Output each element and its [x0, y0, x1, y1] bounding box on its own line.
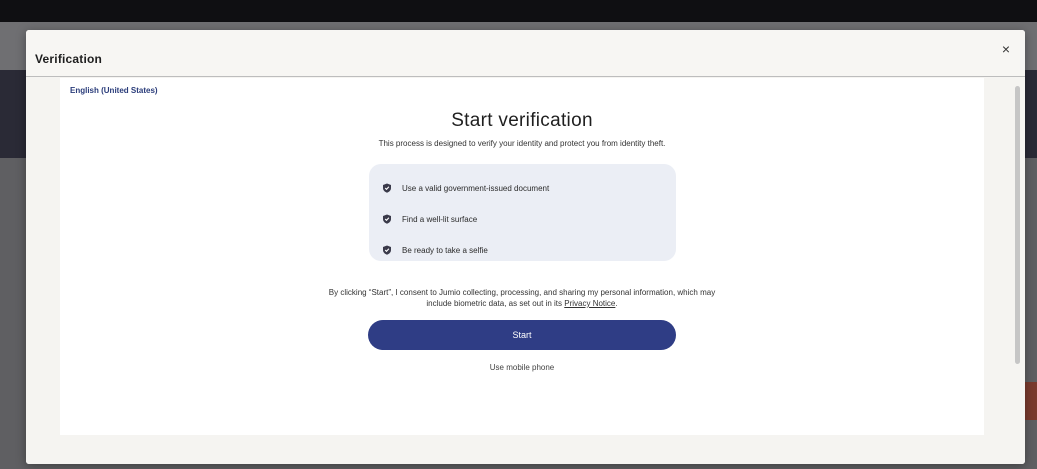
start-button[interactable]: Start — [368, 320, 676, 350]
shield-check-icon — [383, 245, 391, 255]
modal-title: Verification — [35, 52, 103, 66]
consent-line-2-prefix: include biometric data, as set out in it… — [426, 299, 565, 308]
language-selector[interactable]: English (United States) — [70, 86, 158, 95]
scrollbar-thumb[interactable] — [1015, 86, 1020, 364]
tip-label: Find a well-lit surface — [402, 214, 478, 224]
scrollbar[interactable] — [1014, 82, 1022, 432]
tip-item: Use a valid government-issued document — [382, 182, 549, 194]
tip-item: Be ready to take a selfie — [382, 244, 488, 256]
consent-text: By clicking “Start”, I consent to Jumio … — [270, 287, 774, 309]
tip-label: Use a valid government-issued document — [402, 183, 550, 193]
page-title: Start verification — [451, 110, 593, 131]
use-mobile-phone-link[interactable]: Use mobile phone — [60, 363, 984, 372]
tip-item: Find a well-lit surface — [382, 213, 477, 225]
modal-header: Verification × — [26, 30, 1025, 77]
shield-check-icon — [383, 183, 391, 193]
shield-check-icon — [383, 214, 391, 224]
consent-line-2-suffix: . — [615, 299, 618, 308]
verification-modal: Verification × English (United States) S… — [26, 30, 1025, 464]
tips-panel: Use a valid government-issued document F… — [369, 164, 676, 261]
privacy-notice-link[interactable]: Privacy Notice — [564, 299, 615, 308]
modal-footer — [26, 435, 1025, 464]
background-topbar — [0, 0, 1037, 22]
background-accent — [1024, 382, 1037, 420]
page-subtitle: This process is designed to verify your … — [378, 139, 666, 148]
close-button[interactable]: × — [998, 41, 1014, 57]
consent-line-1: By clicking “Start”, I consent to Jumio … — [328, 288, 716, 297]
verification-frame: English (United States) Start verificati… — [60, 78, 984, 435]
tip-label: Be ready to take a selfie — [402, 245, 488, 255]
